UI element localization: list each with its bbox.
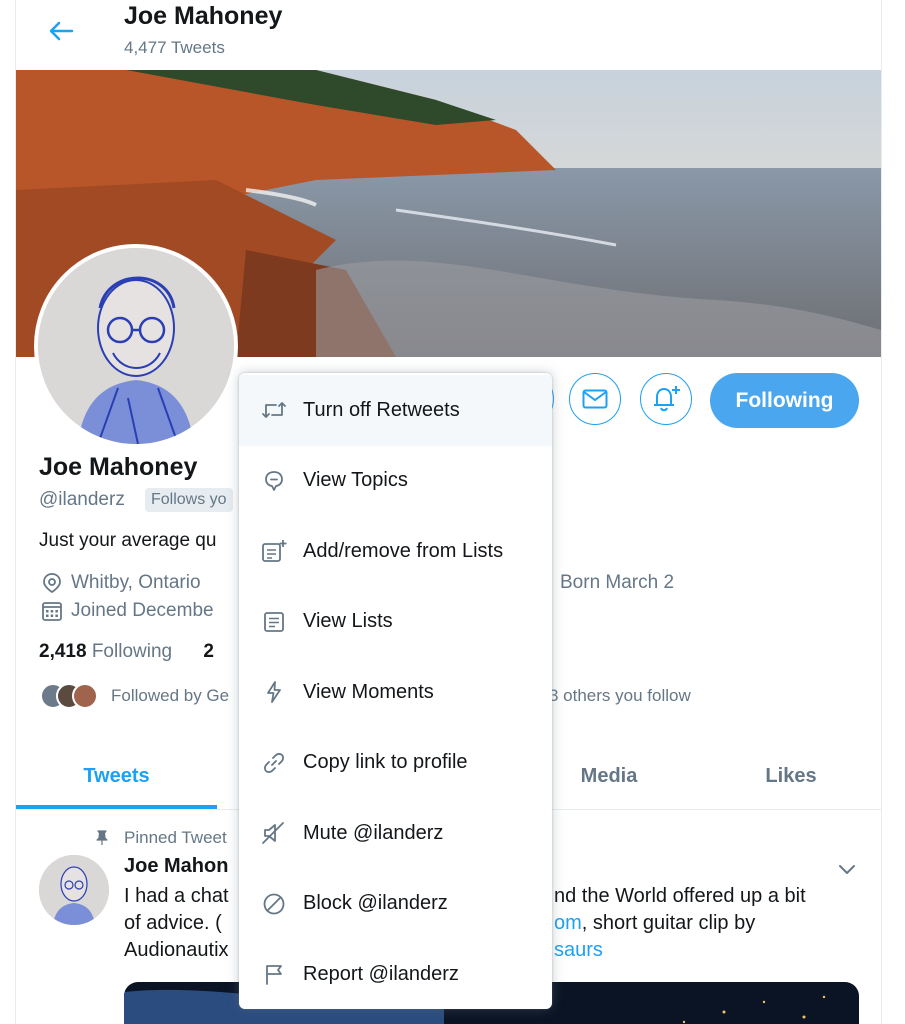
tweet-avatar[interactable] [39,855,109,925]
notifications-button[interactable] [640,373,692,425]
followed-by-avatars[interactable] [40,683,98,709]
tab-likes[interactable]: Likes [716,745,866,807]
pinned-label: Pinned Tweet [94,828,227,848]
menu-item-label: Copy link to profile [303,751,468,774]
tweet-text: Audionautix [124,939,229,961]
topics-icon [261,468,287,494]
profile-joined: Joined Decembe [41,600,214,622]
add-list-icon [261,538,287,564]
profile-location: Whitby, Ontario [41,572,201,594]
tweet-text-line-1: I had a chat [124,885,229,908]
profile-name: Joe Mahoney [39,453,198,481]
menu-item-label: Report @ilanderz [303,962,459,985]
menu-item-add-remove-lists[interactable]: Add/remove from Lists [239,516,552,587]
joined-text: Joined Decembe [71,600,214,621]
tab-media[interactable]: Media [536,745,682,807]
message-button[interactable] [569,373,621,425]
menu-item-report[interactable]: Report @ilanderz [239,939,552,1009]
tweet-text: I had a chat [124,885,229,907]
header-name: Joe Mahoney [124,2,283,30]
followers-count: 2 [203,641,214,662]
menu-item-label: Block @ilanderz [303,892,448,915]
menu-item-view-lists[interactable]: View Lists [239,587,552,658]
born-text: Born March 2 [560,572,675,593]
menu-item-view-moments[interactable]: View Moments [239,657,552,728]
menu-item-mute[interactable]: Mute @ilanderz [239,798,552,869]
menu-item-label: View Moments [303,680,434,703]
lists-icon [261,609,287,635]
menu-item-label: Add/remove from Lists [303,539,504,562]
tweet-text: of advice. ( [124,912,222,934]
menu-item-label: Turn off Retweets [303,398,460,421]
bell-plus-icon [654,386,680,412]
menu-item-turn-off-retweets[interactable]: Turn off Retweets [239,375,552,446]
profile-more-menu: Turn off Retweets View Topics Add/remove… [239,373,552,1009]
following-count: 2,418 [39,641,87,662]
report-icon [261,961,287,987]
location-pin-icon [43,573,61,594]
moments-icon [261,679,287,705]
tweet-text-line-2b: om, short guitar clip by [554,912,755,935]
tweet-text: , short guitar clip by [581,912,756,934]
pinned-text: Pinned Tweet [124,828,227,847]
profile-birthday: Born March 2 [560,572,674,594]
follow-stats[interactable]: 2,418 Following 2 [39,641,214,663]
calendar-icon [42,602,62,621]
mute-icon [261,820,287,846]
menu-item-label: Mute @ilanderz [303,821,444,844]
tweet-link[interactable]: om [554,912,582,934]
menu-item-label: View Topics [303,469,408,492]
link-icon [261,750,287,776]
header-tweet-count: 4,477 Tweets [124,38,225,57]
following-label: Following [91,641,173,662]
chevron-down-icon[interactable] [836,858,858,880]
profile-bio: Just your average qu [39,530,217,551]
tweet-text: nd the World offered up a bit [554,885,806,907]
arrow-left-icon [49,21,74,41]
tweet-text-line-1b: nd the World offered up a bit [554,885,806,908]
block-icon [261,891,287,917]
retweet-icon [261,397,287,423]
mail-icon [582,389,608,409]
menu-item-block[interactable]: Block @ilanderz [239,869,552,940]
tweet-author[interactable]: Joe Mahon [124,855,228,878]
followed-by-text[interactable]: Followed by Ge [111,686,229,706]
avatar [72,683,98,709]
tweet-text-line-3b: saurs [554,939,603,962]
menu-item-copy-link[interactable]: Copy link to profile [239,728,552,799]
followed-by-others[interactable]: 3 others you follow [549,686,691,706]
tweet-text-line-2: of advice. ( [124,912,222,935]
back-button[interactable] [42,14,80,48]
pin-icon [96,830,108,845]
location-text: Whitby, Ontario [71,572,201,593]
follows-you-badge: Follows yo [145,488,233,512]
following-button[interactable]: Following [710,373,859,428]
tab-tweets[interactable]: Tweets [16,745,217,807]
tweet-link[interactable]: saurs [554,939,603,961]
menu-item-view-topics[interactable]: View Topics [239,446,552,517]
top-bar: Joe Mahoney 4,477 Tweets [16,0,881,70]
profile-handle: @ilanderz [39,489,125,510]
menu-item-label: View Lists [303,610,393,633]
profile-avatar[interactable] [34,244,238,448]
tweet-text-line-3: Audionautix [124,939,229,962]
